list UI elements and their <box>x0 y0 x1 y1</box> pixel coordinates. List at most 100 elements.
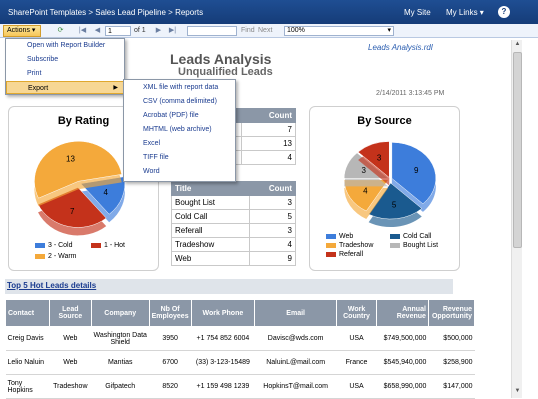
actions-button[interactable]: Actions ▾ <box>3 25 41 37</box>
pie-data-label: 5 <box>392 200 397 209</box>
actions-menu: Open with Report Builder Subscribe Print… <box>5 38 125 95</box>
export-word[interactable]: Word <box>124 165 235 179</box>
table-cell: $147,000 <box>428 374 475 399</box>
table-row: Creig Davis Web Washington Data Shield 3… <box>5 326 475 351</box>
vertical-scrollbar[interactable]: ▲ ▼ <box>511 40 522 398</box>
chevron-right-icon: ▶ <box>113 85 118 91</box>
table-row: Tony Hopkins Tradeshow Gifpatech 8520 +1… <box>5 374 475 399</box>
column-header: Count <box>241 108 296 123</box>
breadcrumb[interactable]: SharePoint Templates > Sales Lead Pipeli… <box>8 8 203 17</box>
column-header: Revenue Opportunity <box>427 299 476 327</box>
top-bar: SharePoint Templates > Sales Lead Pipeli… <box>0 0 538 24</box>
column-header: Company <box>90 299 150 327</box>
column-header: Contact <box>5 299 50 327</box>
menu-item-open-report-builder[interactable]: Open with Report Builder <box>6 39 124 52</box>
column-header: Work Country <box>336 299 377 327</box>
refresh-icon[interactable]: ⟳ <box>56 26 65 35</box>
page-number-input[interactable] <box>105 26 131 36</box>
my-links-label: My Links <box>446 8 478 17</box>
first-page-icon[interactable]: |◀ <box>78 26 87 35</box>
legend-label: Cold Call <box>403 233 432 240</box>
table-cell: 3 <box>249 223 296 238</box>
page-count: of 1 <box>134 27 146 34</box>
table-cell: $658,990,000 <box>376 374 429 399</box>
prev-page-icon[interactable]: ◀ <box>93 26 102 35</box>
table-cell: USA <box>336 374 377 399</box>
legend-item: Cold Call <box>390 233 450 240</box>
zoom-select[interactable]: 100% ▾ <box>284 26 394 36</box>
table-cell: Lelio Naluin <box>5 350 50 375</box>
table-cell: Web <box>49 350 92 375</box>
export-xml[interactable]: XML file with report data <box>124 81 235 95</box>
menu-item-label: Export <box>28 85 49 92</box>
export-mhtml[interactable]: MHTML (web archive) <box>124 123 235 137</box>
report-file-name: Leads Analysis.rdl <box>368 43 433 52</box>
last-page-icon[interactable]: ▶| <box>168 26 177 35</box>
table-row: Lelio Naluin Web Mantias 6700 (33) 3-123… <box>5 350 475 375</box>
table-cell: USA <box>336 326 377 351</box>
pie-data-label: 13 <box>66 154 75 163</box>
legend-item: 3 - Cold <box>35 242 95 249</box>
export-submenu: XML file with report data CSV (comma del… <box>123 79 236 182</box>
pie-data-label: 3 <box>362 166 367 175</box>
column-header: Work Phone <box>190 299 256 327</box>
pie-data-label: 3 <box>377 154 382 163</box>
table-row: Tradeshow 4 <box>171 237 296 252</box>
table-cell: 13 <box>241 136 296 151</box>
my-site-link[interactable]: My Site <box>404 8 431 17</box>
table-cell: 8520 <box>149 374 192 399</box>
report-subtitle: Unqualified Leads <box>178 66 273 78</box>
table-cell: NaluinL@mail.com <box>254 350 337 375</box>
table-cell: HopkinsT@mail.com <box>254 374 337 399</box>
legend-label: Tradeshow <box>339 242 374 249</box>
menu-item-export[interactable]: Export ▶ <box>6 81 124 94</box>
next-button[interactable]: Next <box>258 27 272 34</box>
actions-label: Actions <box>7 27 30 34</box>
column-header: Annual Revenue <box>375 299 429 327</box>
chevron-down-icon: ▾ <box>387 27 391 34</box>
legend-label: 1 - Hot <box>104 242 126 249</box>
chevron-down-icon: ▾ <box>479 8 484 17</box>
table-cell: Davisc@wds.com <box>254 326 337 351</box>
table-cell: Referall <box>171 223 250 238</box>
by-source-pie-chart: 9 5 4 3 3 <box>343 141 437 228</box>
menu-item-subscribe[interactable]: Subscribe <box>6 53 124 66</box>
column-header: Nb Of Employees <box>148 299 192 327</box>
export-csv[interactable]: CSV (comma delimited) <box>124 95 235 109</box>
help-icon[interactable]: ? <box>498 6 510 18</box>
table-row: Referall 3 <box>171 223 296 238</box>
table-cell: Bought List <box>171 195 250 210</box>
table-cell: Web <box>49 326 92 351</box>
scrollbar-thumb[interactable] <box>513 52 522 248</box>
table-cell: Creig Davis <box>5 326 50 351</box>
table-cell: +1 159 498 1239 <box>191 374 255 399</box>
source-count-table: Title Count Bought List 3 Cold Call 5 Refer… <box>171 181 296 266</box>
export-pdf[interactable]: Acrobat (PDF) file <box>124 109 235 123</box>
next-page-icon[interactable]: ▶ <box>154 26 163 35</box>
legend-item: Web <box>326 233 386 240</box>
table-cell: Tony Hopkins <box>5 374 50 399</box>
table-row: Cold Call 5 <box>171 209 296 224</box>
table-row: Bought List 3 <box>171 195 296 210</box>
column-header: Title <box>171 181 250 196</box>
find-input[interactable] <box>187 26 237 36</box>
export-tiff[interactable]: TIFF file <box>124 151 235 165</box>
hot-leads-details-link[interactable]: Top 5 Hot Leads details <box>7 281 96 290</box>
legend-label: 3 - Cold <box>48 242 73 249</box>
table-cell: Gifpatech <box>91 374 150 399</box>
zoom-value: 100% <box>287 27 305 34</box>
scroll-down-icon[interactable]: ▼ <box>513 388 522 397</box>
scroll-up-icon[interactable]: ▲ <box>513 41 522 50</box>
find-button[interactable]: Find <box>241 27 255 34</box>
my-links-link[interactable]: My Links ▾ <box>446 8 484 17</box>
pie-data-label: 7 <box>70 207 75 216</box>
table-cell: $545,940,000 <box>376 350 429 375</box>
chart-title: By Source <box>357 115 412 127</box>
legend-item: Referall <box>326 251 386 258</box>
report-timestamp: 2/14/2011 3:13:45 PM <box>376 90 445 97</box>
legend-item: Bought List <box>390 242 460 249</box>
export-excel[interactable]: Excel <box>124 137 235 151</box>
table-cell: Tradeshow <box>171 237 250 252</box>
menu-item-print[interactable]: Print <box>6 67 124 80</box>
legend-label: Bought List <box>403 242 439 249</box>
